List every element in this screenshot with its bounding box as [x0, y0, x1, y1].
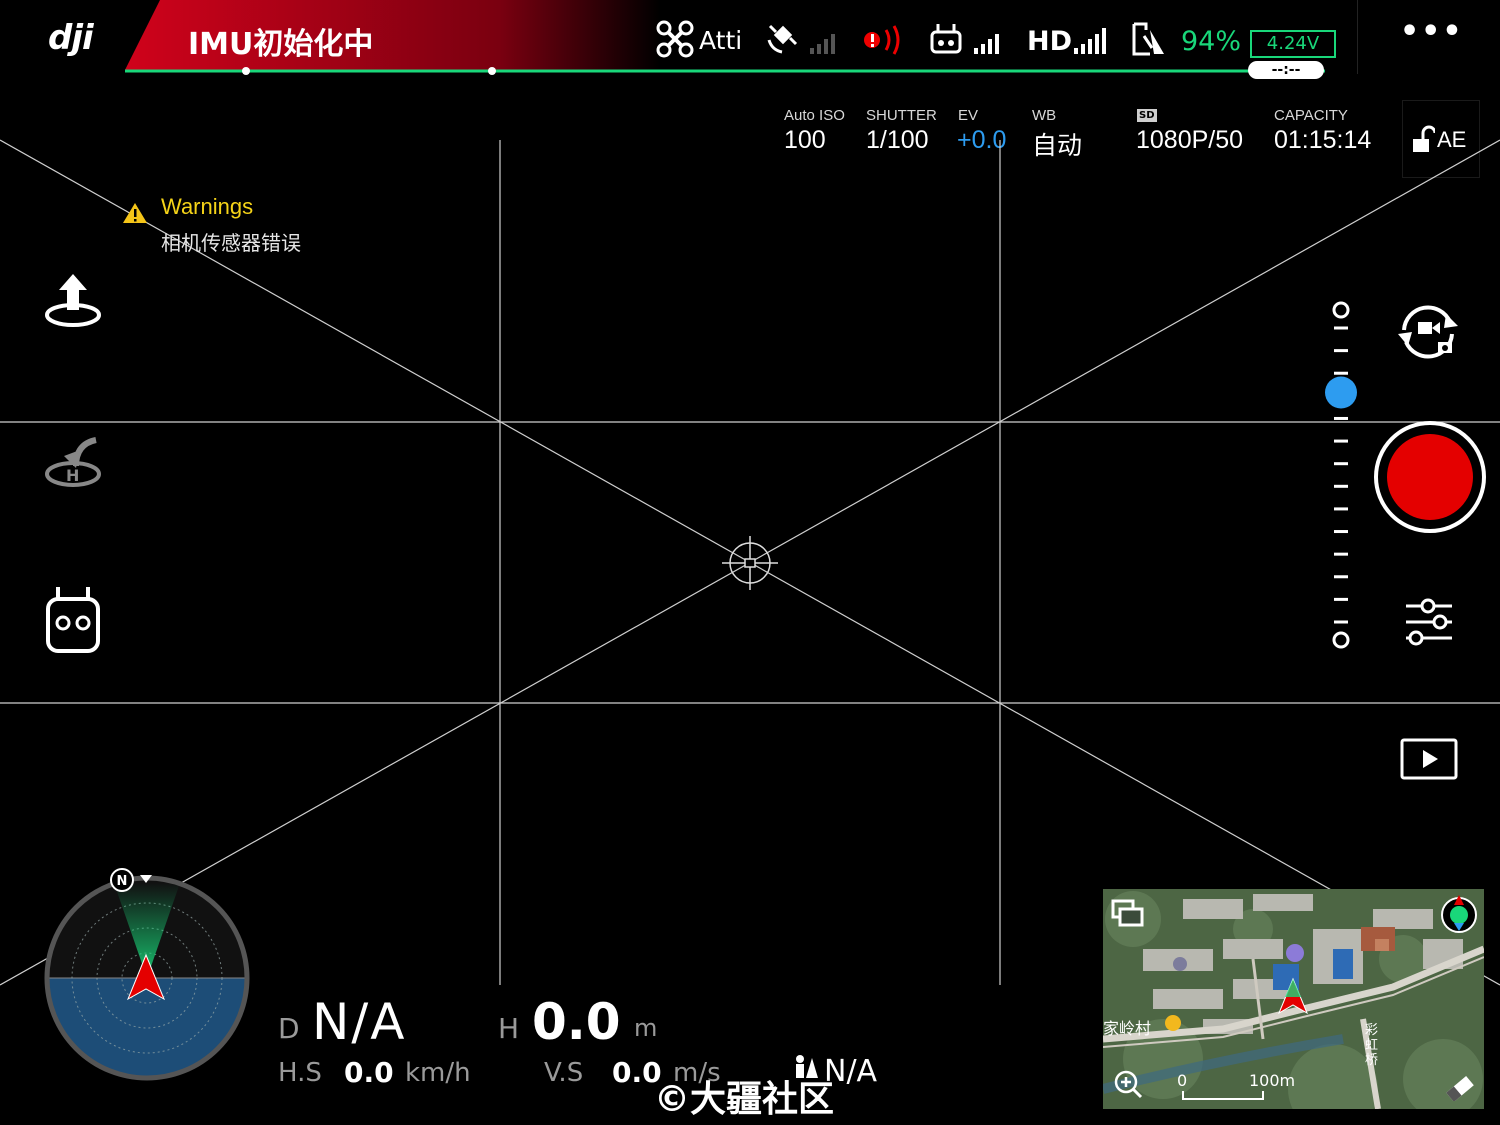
distance-value: N/A: [312, 993, 407, 1051]
return-home-icon[interactable]: H: [42, 430, 104, 492]
horizontal-speed-unit: km/h: [405, 1058, 471, 1088]
slider-knob[interactable]: [1325, 376, 1357, 409]
slider-bottom-endpoint: [1332, 631, 1350, 649]
slider-top-endpoint: [1332, 301, 1350, 319]
map-aircraft-icon: [1277, 977, 1309, 1015]
map-scale-bar: [1182, 1091, 1264, 1100]
takeoff-icon[interactable]: [42, 268, 104, 330]
height-label: H: [498, 1012, 520, 1045]
map-zoom-in-icon[interactable]: [1113, 1069, 1143, 1099]
height-unit: m: [634, 1014, 658, 1042]
distance-label: D: [278, 1012, 300, 1045]
playback-icon[interactable]: [1400, 738, 1458, 780]
north-label: N: [117, 874, 128, 889]
vertical-speed-label: V.S: [544, 1058, 584, 1088]
attitude-compass[interactable]: N: [40, 865, 254, 1085]
horizon-ground: [47, 978, 247, 1078]
photo-video-switch-icon[interactable]: [1394, 300, 1464, 360]
gimbal-slider[interactable]: [1320, 296, 1364, 656]
record-dot: [1387, 434, 1473, 520]
mini-map[interactable]: 家岭村 彩虹桥 0 100m: [1103, 889, 1484, 1109]
horizontal-speed-label: H.S: [278, 1058, 322, 1088]
warning-message: 相机传感器错误: [161, 231, 301, 255]
map-bridge-label: 彩虹桥: [1365, 1023, 1379, 1068]
record-button[interactable]: [1374, 421, 1486, 533]
warning-title[interactable]: Warnings: [161, 194, 253, 220]
map-village-label: 家岭村: [1103, 1019, 1152, 1038]
map-scale-zero: 0: [1177, 1071, 1188, 1090]
map-clear-path-icon[interactable]: [1443, 1071, 1477, 1101]
warning-icon: [123, 203, 147, 223]
center-crosshair: [722, 536, 778, 590]
camera-settings-icon[interactable]: [1404, 596, 1454, 648]
map-switch-icon[interactable]: [1111, 899, 1145, 929]
remote-controller-icon[interactable]: [44, 585, 102, 655]
map-poi-icon: [1165, 1015, 1181, 1031]
horizontal-speed-value: 0.0: [344, 1056, 394, 1089]
height-value: 0.0: [532, 993, 621, 1051]
watermark-text: ©大疆社区: [654, 1079, 835, 1120]
map-north-compass-icon[interactable]: [1439, 893, 1481, 937]
svg-text:H: H: [66, 466, 79, 485]
map-scale-label: 100m: [1249, 1071, 1296, 1090]
